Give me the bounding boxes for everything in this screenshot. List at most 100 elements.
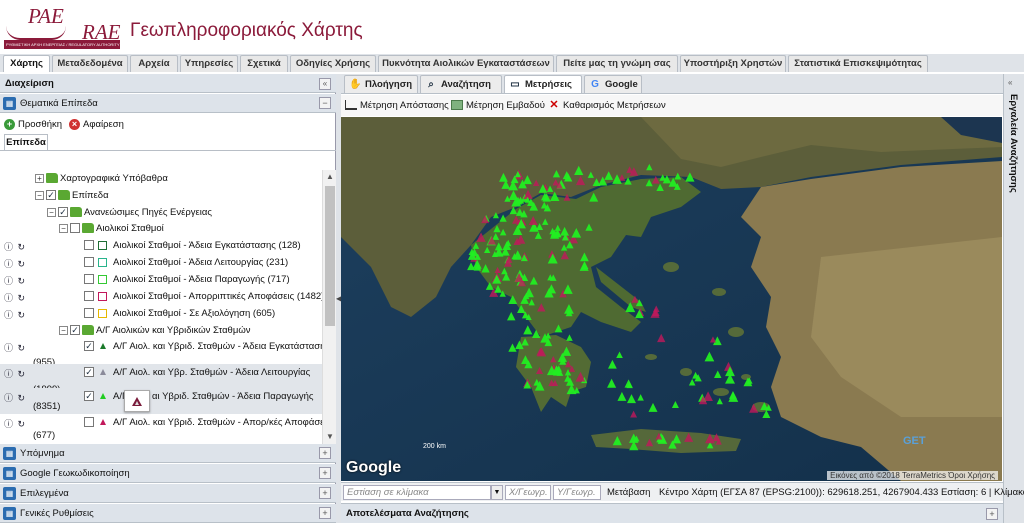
ruler-icon: ▭: [510, 79, 520, 90]
search-tools-title[interactable]: Εργαλεία Αναζήτησης: [1008, 94, 1019, 193]
info-icon[interactable]: ⓘ ↻: [4, 257, 26, 270]
layer-checkbox[interactable]: ✓: [46, 190, 56, 200]
main-tabs: Χάρτης Μεταδεδομένα Αρχεία Υπηρεσίες Σχε…: [0, 54, 1024, 72]
tab-support[interactable]: Υποστήριξη Χρηστών: [680, 55, 786, 72]
measure-area-button[interactable]: Μέτρηση Εμβαδού: [451, 100, 545, 111]
info-icon[interactable]: ⓘ ↻: [4, 291, 26, 304]
layer-checkbox[interactable]: ✓: [58, 207, 68, 217]
info-icon[interactable]: ⓘ ↻: [4, 274, 26, 287]
scroll-up-icon[interactable]: ▲: [326, 172, 334, 181]
tab-wind-density[interactable]: Πυκνότητα Αιολικών Εγκαταστάσεων: [378, 55, 554, 72]
tab-metadata[interactable]: Μεταδεδομένα: [52, 55, 128, 72]
expand-section-button[interactable]: +: [319, 447, 331, 459]
tree-row-wind-stations[interactable]: − Αιολικοί Σταθμοί: [0, 220, 322, 237]
expand-results-button[interactable]: +: [986, 508, 998, 520]
tab-layers[interactable]: Επίπεδα: [4, 134, 48, 150]
collapse-icon[interactable]: −: [35, 191, 44, 200]
search-icon: ⌕: [428, 79, 434, 90]
measure-distance-button[interactable]: Μέτρηση Απόστασης: [345, 100, 449, 111]
layer-checkbox[interactable]: ✓: [84, 367, 94, 377]
search-results-header[interactable]: Αποτελέσματα Αναζήτησης +: [341, 503, 1003, 523]
scale-label: 200 km: [423, 443, 446, 450]
tab-files[interactable]: Αρχεία: [130, 55, 178, 72]
layer-checkbox[interactable]: ✓: [70, 325, 80, 335]
section-selected[interactable]: ▦ Επιλεγμένα +: [0, 484, 336, 503]
tree-row-layers[interactable]: − ✓ Επίπεδα: [0, 187, 322, 204]
layer-checkbox[interactable]: [84, 291, 94, 301]
tree-label: Α/Γ Αιολ. και Υβρ. Σταθμών - Άδεια Λειτο…: [113, 367, 311, 378]
map-view[interactable]: 200 km GET Google Εικόνες από ©2018 Terr…: [341, 117, 1002, 481]
tree-row-install-license[interactable]: ⓘ ↻ Αιολικοί Σταθμοί - Άδεια Εγκατάσταση…: [0, 237, 322, 254]
tree-row-turbines-production[interactable]: ⓘ ↻ ✓ Α/Γ αι Υβριδ. Σταθμών - Άδεια Παρα…: [0, 388, 322, 414]
layer-checkbox[interactable]: [84, 308, 94, 318]
info-icon[interactable]: ⓘ ↻: [4, 367, 26, 380]
layer-checkbox[interactable]: ✓: [84, 391, 94, 401]
tree-label: Αιολικοί Σταθμοί: [96, 223, 164, 234]
tree-row-renewables[interactable]: − ✓ Ανανεώσιμες Πηγές Ενέργειας: [0, 204, 322, 221]
tree-row-turbines[interactable]: − ✓ Α/Γ Αιολικών και Υβριδικών Σταθμών: [0, 322, 322, 339]
chevron-down-icon[interactable]: ▼: [491, 485, 503, 500]
layer-checkbox[interactable]: [84, 274, 94, 284]
layer-checkbox[interactable]: [70, 223, 80, 233]
tab-map[interactable]: Χάρτης: [3, 55, 50, 72]
expand-section-button[interactable]: +: [319, 467, 331, 479]
tab-search[interactable]: ⌕ Αναζήτηση: [420, 75, 502, 93]
tree-row-evaluation[interactable]: ⓘ ↻ Αιολικοί Σταθμοί - Σε Αξιολόγηση (60…: [0, 305, 322, 322]
go-button[interactable]: Μετάβαση: [607, 487, 650, 498]
tab-about[interactable]: Σχετικά: [240, 55, 288, 72]
tree-row-turbines-rejections[interactable]: ⓘ ↻ Α/Γ Αιολ. και Υβριδ. Σταθμών - Απορ/…: [0, 414, 322, 444]
collapse-icon[interactable]: −: [59, 224, 68, 233]
tab-feedback[interactable]: Πείτε μας τη γνώμη σας: [556, 55, 678, 72]
tree-label: Αιολικοί Σταθμοί - Απορριπτικές Αποφάσει…: [113, 291, 322, 302]
expand-section-button[interactable]: +: [319, 507, 331, 519]
expand-icon[interactable]: +: [35, 174, 44, 183]
thematic-layers-header[interactable]: ▦ Θεματικά Επίπεδα −: [0, 94, 336, 113]
expand-right-button[interactable]: «: [1008, 78, 1012, 87]
collapse-thematic-button[interactable]: −: [319, 97, 331, 109]
tree-scrollbar[interactable]: ▲ ▼: [322, 170, 336, 444]
lat-input[interactable]: Υ/Γεωγρ.: [553, 485, 601, 500]
lon-input[interactable]: Χ/Γεωγρ.: [505, 485, 551, 500]
tab-services[interactable]: Υπηρεσίες: [180, 55, 238, 72]
clear-measurements-button[interactable]: ✕ Καθαρισμός Μετρήσεων: [548, 100, 666, 111]
collapse-icon[interactable]: −: [47, 208, 56, 217]
section-settings[interactable]: ▦ Γενικές Ρυθμίσεις +: [0, 504, 336, 523]
layer-tree: + Χαρτογραφικά Υπόβαθρα − ✓ Επίπεδα − ✓ …: [0, 152, 322, 444]
info-icon[interactable]: ⓘ ↻: [4, 240, 26, 253]
search-tools-panel: « Εργαλεία Αναζήτησης: [1003, 74, 1024, 523]
collapse-icon[interactable]: −: [59, 326, 68, 335]
zoom-scale-placeholder: Εστίαση σε κλίμακα: [347, 487, 429, 498]
info-icon[interactable]: ⓘ ↻: [4, 417, 26, 430]
section-geocoding[interactable]: ▦ Google Γεωκωδικοποίηση +: [0, 464, 336, 483]
tab-google[interactable]: G Google: [584, 75, 642, 93]
tab-label: Μετρήσεις: [525, 79, 572, 90]
add-layer-button[interactable]: + Προσθήκη: [4, 119, 62, 130]
zoom-scale-select[interactable]: Εστίαση σε κλίμακα: [343, 485, 491, 500]
tab-instructions[interactable]: Οδηγίες Χρήσης: [290, 55, 376, 72]
tree-row-rejections[interactable]: ⓘ ↻ Αιολικοί Σταθμοί - Απορριπτικές Αποφ…: [0, 288, 322, 305]
remove-layer-button[interactable]: × Αφαίρεση: [69, 119, 124, 130]
layer-checkbox[interactable]: [84, 417, 94, 427]
tree-row-operation-license[interactable]: ⓘ ↻ Αιολικοί Σταθμοί - Άδεια Λειτουργίας…: [0, 254, 322, 271]
collapse-left-button[interactable]: «: [319, 78, 331, 90]
info-icon[interactable]: ⓘ ↻: [4, 308, 26, 321]
tab-navigation[interactable]: ✋ Πλοήγηση: [344, 75, 418, 93]
info-icon[interactable]: ⓘ ↻: [4, 391, 26, 404]
clear-measurements-label: Καθαρισμός Μετρήσεων: [563, 100, 666, 111]
tab-label: Αναζήτηση: [441, 79, 491, 90]
layer-checkbox[interactable]: [84, 240, 94, 250]
layer-checkbox[interactable]: [84, 257, 94, 267]
map-attribution[interactable]: Εικόνες από ©2018 TerraMetrics Όροι Χρήσ…: [827, 471, 998, 480]
tree-row-basemaps[interactable]: + Χαρτογραφικά Υπόβαθρα: [0, 170, 322, 187]
tab-statistics[interactable]: Στατιστικά Επισκεψιμότητας: [788, 55, 928, 72]
expand-section-button[interactable]: +: [319, 487, 331, 499]
info-icon[interactable]: ⓘ ↻: [4, 341, 26, 354]
scroll-thumb[interactable]: [325, 186, 335, 326]
layer-checkbox[interactable]: ✓: [84, 341, 94, 351]
tab-measurements[interactable]: ▭ Μετρήσεις: [504, 75, 582, 93]
thematic-layers-label: Θεματικά Επίπεδα: [20, 98, 98, 109]
tree-row-production-license[interactable]: ⓘ ↻ Αιολικοί Σταθμοί - Άδεια Παραγωγής (…: [0, 271, 322, 288]
scroll-down-icon[interactable]: ▼: [326, 432, 334, 441]
legend-swatch: [98, 275, 107, 284]
section-legend[interactable]: ▦ Υπόμνημα +: [0, 444, 336, 463]
